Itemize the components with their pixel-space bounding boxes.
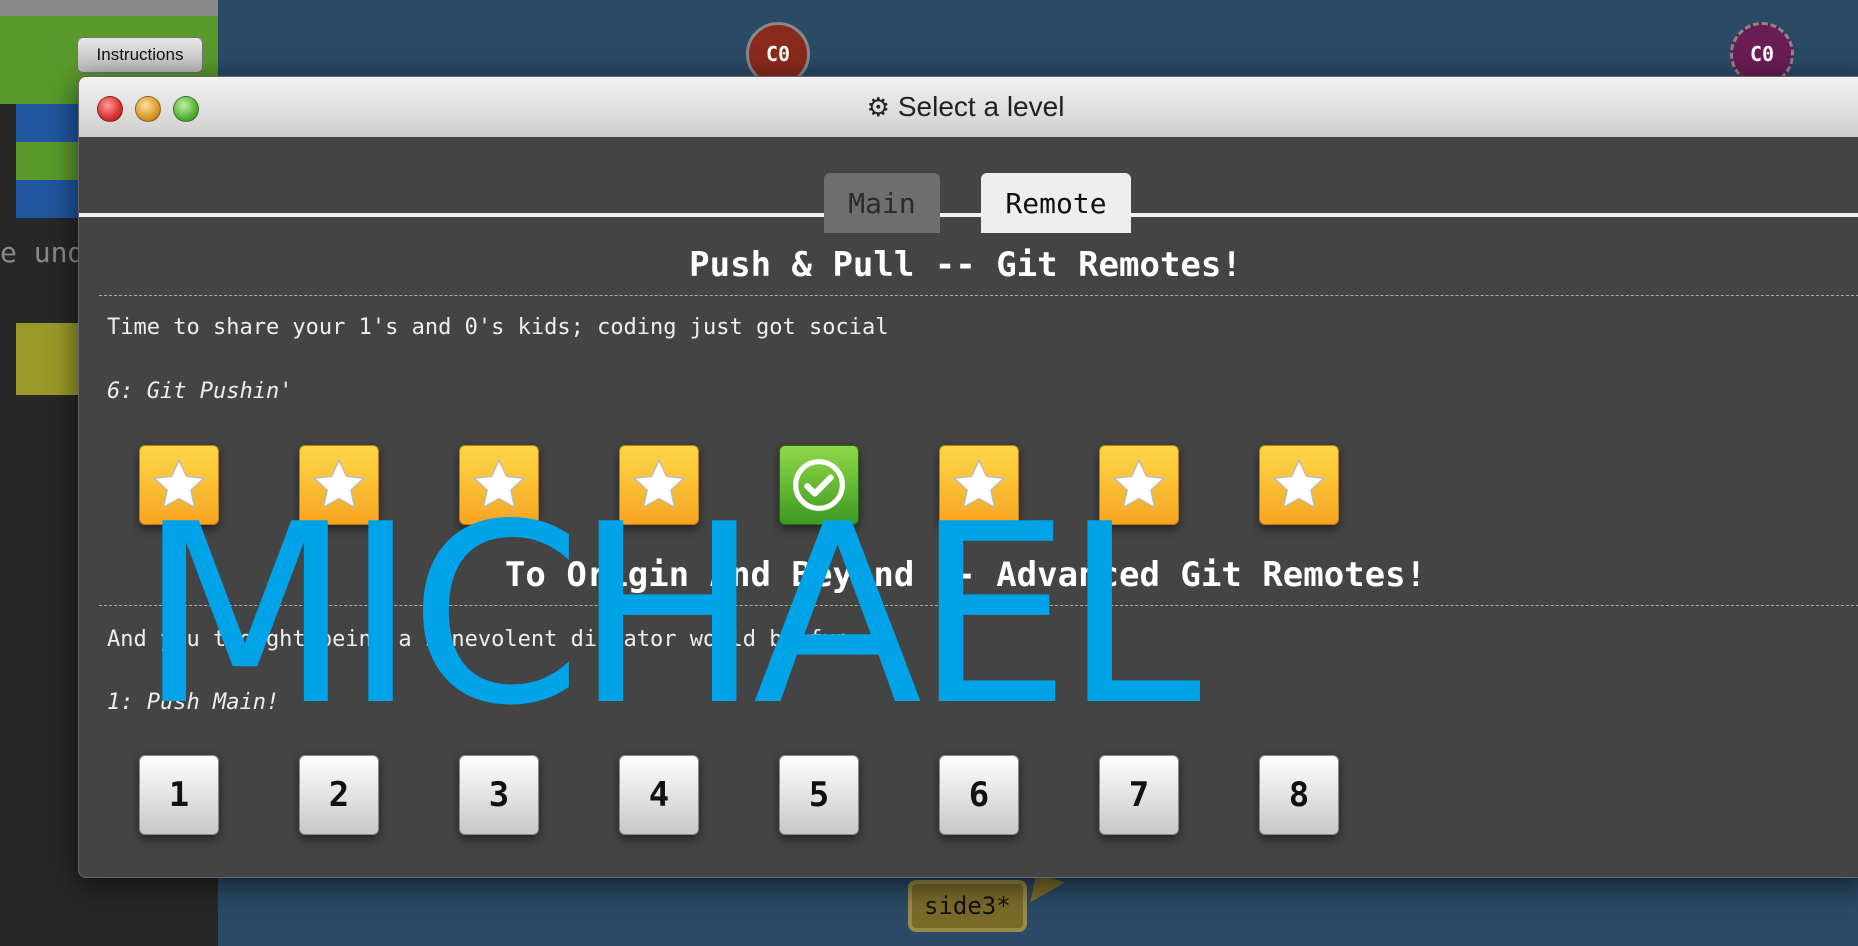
level-button[interactable]: 8 — [1259, 755, 1339, 835]
code-block — [16, 323, 80, 395]
branch-tag: side3* — [908, 880, 1027, 932]
dialog-titlebar: ⚙ Select a level — [79, 77, 1858, 138]
level-button[interactable] — [1259, 445, 1339, 525]
star-icon — [1272, 458, 1326, 509]
command-block — [16, 104, 80, 142]
level-button[interactable] — [1099, 445, 1179, 525]
sequence-title: Push & Pull -- Git Remotes! — [689, 245, 1242, 285]
left-top-strip — [0, 0, 218, 16]
level-button[interactable]: 4 — [619, 755, 699, 835]
level-button[interactable] — [939, 445, 1019, 525]
divider — [99, 295, 1858, 296]
dialog-title: ⚙ Select a level — [79, 77, 1852, 137]
selected-level-name: 1: Push Main! — [107, 690, 280, 715]
level-button[interactable]: 3 — [459, 755, 539, 835]
star-icon — [152, 458, 206, 509]
checkmark-icon — [793, 459, 845, 511]
star-icon — [312, 458, 366, 509]
tab-bar — [79, 137, 1858, 217]
sequence-title: To Origin And Beyond -- Advanced Git Rem… — [504, 555, 1427, 595]
level-select-dialog: ⚙ Select a level Main Remote Push & Pull… — [78, 76, 1858, 878]
selected-level-name: 6: Git Pushin' — [107, 379, 293, 404]
level-button[interactable]: 7 — [1099, 755, 1179, 835]
star-icon — [1112, 458, 1166, 509]
star-icon — [472, 458, 526, 509]
star-icon — [952, 458, 1006, 509]
level-button[interactable] — [299, 445, 379, 525]
level-button-row: 1 2 3 4 5 6 7 8 — [139, 755, 1439, 835]
command-block — [16, 142, 80, 180]
gear-icon: ⚙ — [866, 91, 890, 122]
level-button[interactable] — [619, 445, 699, 525]
star-icon — [632, 458, 686, 509]
level-button[interactable]: 5 — [779, 755, 859, 835]
divider — [99, 605, 1858, 606]
tab-main[interactable]: Main — [824, 173, 940, 233]
tab-remote[interactable]: Remote — [981, 173, 1131, 233]
level-button[interactable]: 2 — [299, 755, 379, 835]
dialog-title-text: Select a level — [897, 91, 1065, 122]
sequence-description: And you thought being a benevolent dicta… — [107, 627, 889, 652]
level-button-selected[interactable] — [779, 445, 859, 525]
level-button-row — [139, 445, 1439, 525]
level-button[interactable]: 6 — [939, 755, 1019, 835]
sequence-description: Time to share your 1's and 0's kids; cod… — [107, 315, 889, 340]
level-button[interactable] — [139, 445, 219, 525]
instructions-text: e und — [0, 236, 85, 269]
command-block — [16, 180, 80, 218]
instructions-button[interactable]: Instructions — [77, 37, 203, 73]
level-button[interactable] — [459, 445, 539, 525]
level-button[interactable]: 1 — [139, 755, 219, 835]
